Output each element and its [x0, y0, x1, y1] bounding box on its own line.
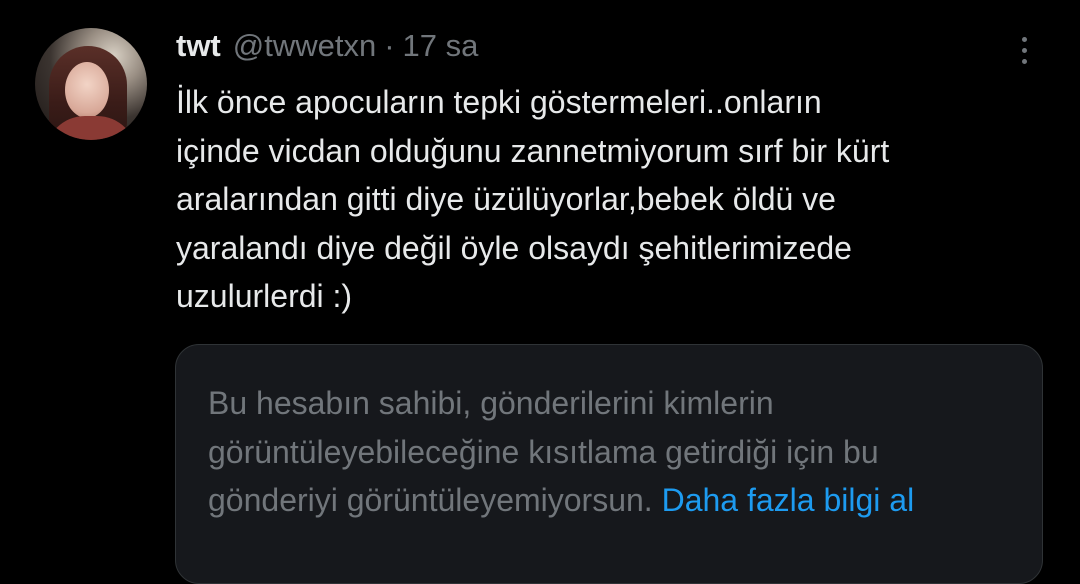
avatar[interactable]: [35, 28, 147, 140]
tweet-text: İlk önce apocuların tepki göstermeleri..…: [176, 84, 890, 314]
tweet-timestamp[interactable]: 17 sa: [403, 28, 479, 64]
avatar-face: [65, 62, 109, 118]
notice-text-block: Bu hesabın sahibi, gönderilerini kimleri…: [208, 379, 1008, 525]
tweet-header: twt @twwetxn · 17 sa: [176, 26, 478, 66]
author-display-name[interactable]: twt: [176, 28, 221, 64]
more-dot: [1021, 58, 1027, 64]
author-handle[interactable]: @twwetxn: [233, 28, 376, 64]
quoted-tweet-unavailable-card[interactable]: Bu hesabın sahibi, gönderilerini kimleri…: [175, 344, 1043, 584]
header-separator: ·: [384, 28, 395, 63]
more-options-icon[interactable]: [1010, 30, 1038, 70]
more-dot: [1021, 47, 1027, 53]
learn-more-link[interactable]: Daha fazla bilgi al: [662, 482, 915, 518]
more-dot: [1021, 36, 1027, 42]
tweet[interactable]: twt @twwetxn · 17 sa İlk önce apocuların…: [0, 0, 1080, 584]
